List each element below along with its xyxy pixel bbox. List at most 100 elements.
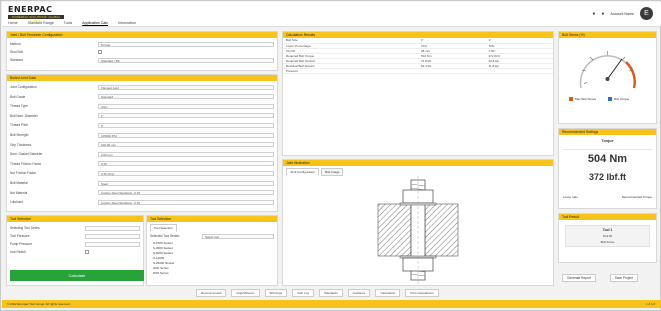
torque-value-lbf: 372 lbf.ft xyxy=(588,172,626,182)
torque-title: Recommended Settings xyxy=(559,129,656,135)
tool-pressure-label: Tool Pressure xyxy=(10,234,30,238)
footer-copyright: © 2022 Enerpac Tool Group. All rights re… xyxy=(7,302,71,306)
joint-row-label: Joint Configuration xyxy=(10,85,37,89)
torque-footer: Loose ratio Recommended Torque xyxy=(563,195,652,199)
joint-row-label: Bolt Grade xyxy=(10,94,26,99)
main-nav: Home Standard Range Tools Application Ca… xyxy=(8,21,136,25)
tool-filter-label: Selected Tool Series: xyxy=(150,234,180,238)
tool-series-label: Selecting Tool Series xyxy=(10,226,40,230)
tool-series-field[interactable] xyxy=(85,225,140,231)
joint-row-field[interactable]: Steel xyxy=(98,180,274,186)
joint-row-field[interactable]: Flanged Joint xyxy=(98,84,274,90)
gauge-panel: Bolt Stress (%) Max Bolt Stress Bolt Tor… xyxy=(558,31,657,124)
bottom-toolbar-button[interactable]: Standards xyxy=(318,289,343,297)
joint-row-field[interactable]: 1" xyxy=(98,113,274,119)
bottom-toolbar-button[interactable]: Graph/Report xyxy=(231,289,260,297)
legend-swatch-blue xyxy=(608,97,613,101)
use-reach-checkbox[interactable] xyxy=(85,250,89,254)
globe-icon[interactable]: ● xyxy=(592,11,595,17)
user-menu[interactable]: Account Name xyxy=(610,12,634,16)
tool-result-title: Tool Result xyxy=(559,214,656,220)
tool-result-panel: Tool Result Tool 1 Tool ID Bolt Force xyxy=(558,213,657,263)
joint-row: Bolt Material Steel xyxy=(10,180,274,186)
tool-series-row: Selecting Tool Series xyxy=(10,225,140,231)
tab-joint-configuration[interactable]: Joint Configuration xyxy=(286,168,320,176)
torque-footer-value: Recommended Torque xyxy=(621,195,652,199)
tool-result-id: Tool ID xyxy=(602,234,613,238)
joint-row-label: Bolt Nom. Diameter xyxy=(10,113,38,118)
method-label: Method xyxy=(10,42,21,46)
torque-footer-label: Loose ratio xyxy=(563,195,578,199)
bolt-stress-gauge xyxy=(579,51,636,89)
bottom-toolbar-button[interactable]: Calc Log xyxy=(292,289,314,297)
joint-row-label: Nom. Gasket Diameter xyxy=(10,152,43,157)
torque-panel: Recommended Settings Torque 504 Nm 372 l… xyxy=(558,128,657,209)
save-project-button[interactable]: Save Project xyxy=(609,274,638,282)
settings-icon[interactable]: ● xyxy=(601,11,604,17)
footer: © 2022 Enerpac Tool Group. All rights re… xyxy=(2,300,661,308)
tool-filter-select[interactable]: Select tool xyxy=(202,233,274,239)
joint-row-field[interactable]: Standard xyxy=(98,94,274,100)
joint-row-label: Thread Friction Factor xyxy=(10,161,42,166)
torque-subtitle: Torque xyxy=(601,139,614,143)
bolt-joint-drawing xyxy=(377,176,459,284)
method-row: Method Torque xyxy=(10,41,274,47)
method-select[interactable]: Torque xyxy=(98,41,274,47)
joint-row-field[interactable]: Carbon Steel Standard - 0.15 xyxy=(98,190,274,196)
results-value xyxy=(418,68,486,74)
generate-report-button[interactable]: Generate Report xyxy=(562,274,596,282)
pump-pressure-row: Pump Pressure xyxy=(10,241,140,247)
joint-row-field[interactable]: 0.15 (Dry) xyxy=(98,170,274,176)
nav-information[interactable]: Information xyxy=(118,21,136,25)
enerpac-logo[interactable]: ENERPAC POWERFUL SOLUTIONS. GLOBAL FORCE… xyxy=(8,5,64,23)
avatar[interactable]: E xyxy=(640,7,653,20)
joint-row-field[interactable]: 0.15 xyxy=(98,161,274,167)
nav-application-calc[interactable]: Application Calc xyxy=(82,21,108,25)
tool-pressure-field[interactable] xyxy=(85,233,140,239)
tab-tool-selection[interactable]: Tool Selection xyxy=(150,224,177,232)
bottom-toolbar-button[interactable]: Print Calculations xyxy=(405,289,439,297)
pump-pressure-field[interactable] xyxy=(85,241,140,247)
stud-bolt-checkbox[interactable] xyxy=(98,50,102,54)
tool-list: S-1500 Socket S-3000 Socket S-6000 Socket S… xyxy=(153,241,174,276)
joint-row-label: Bolt Strength xyxy=(10,133,29,137)
tool-list-panel: Tool Selection Tool Selection Selected T… xyxy=(146,215,278,286)
tool-filter-row: Selected Tool Series: Select tool xyxy=(150,233,274,239)
calculate-button[interactable]: Calculate xyxy=(10,270,144,281)
bottom-toolbar-button[interactable]: Recommended xyxy=(196,289,227,297)
tool-list-item[interactable]: DSX Series xyxy=(153,271,174,276)
joint-row-field[interactable]: 105000 PSI xyxy=(98,132,274,138)
nav-home[interactable]: Home xyxy=(8,21,18,25)
joint-row-label: Nut Friction Factor xyxy=(10,171,37,176)
joint-row-label: Thread Type xyxy=(10,104,28,109)
gauge-title: Bolt Stress (%) xyxy=(559,32,656,38)
standard-label: Standard xyxy=(10,58,23,62)
joint-row: Thread Pitch 8 xyxy=(10,122,274,128)
joint-graphic-panel: Joint Illustration Joint Configuration B… xyxy=(282,159,554,286)
bottom-toolbar-button[interactable]: Guidance xyxy=(347,289,371,297)
legend-bolt-torque: Bolt Torque xyxy=(614,97,630,101)
joint-row: Joint Configuration Flanged Joint xyxy=(10,84,274,90)
nav-tools[interactable]: Tools xyxy=(64,21,72,25)
tab-bolt-image[interactable]: Bolt Image xyxy=(321,168,344,176)
joint-row: Nut Friction Factor 0.15 (Dry) xyxy=(10,170,274,176)
stud-bolt-label: Stud Bolt xyxy=(10,50,23,54)
tool-selection-title: Tool Selection xyxy=(7,216,143,222)
joint-row-label: Bolt Material xyxy=(10,181,28,185)
results-value xyxy=(485,68,553,74)
bottom-toolbar-button[interactable]: Warnings xyxy=(264,289,288,297)
standard-row: Standard Standard / BS xyxy=(10,57,274,63)
results-panel: Calculation Results Bolt Size 1" 1" Load / … xyxy=(282,31,554,156)
bottom-toolbar-button[interactable]: Calculation xyxy=(375,289,401,297)
joint-row-field[interactable]: UNC xyxy=(98,103,274,109)
joint-row-field[interactable]: Carbon Steel Standard - 0.15 xyxy=(98,199,274,205)
use-reach-label: Use Reach xyxy=(10,250,26,254)
use-reach-row: Use Reach xyxy=(10,249,140,255)
standard-select[interactable]: Standard / BS xyxy=(98,57,274,63)
joint-row-field[interactable]: 0.00 mm xyxy=(98,151,274,157)
tool-pressure-row: Tool Pressure xyxy=(10,233,140,239)
joint-row-field[interactable]: 100.00 mm xyxy=(98,142,274,148)
joint-row-label: Nut Material xyxy=(10,190,28,195)
nav-standard-range[interactable]: Standard Range xyxy=(28,21,54,25)
joint-row-field[interactable]: 8 xyxy=(98,122,274,128)
